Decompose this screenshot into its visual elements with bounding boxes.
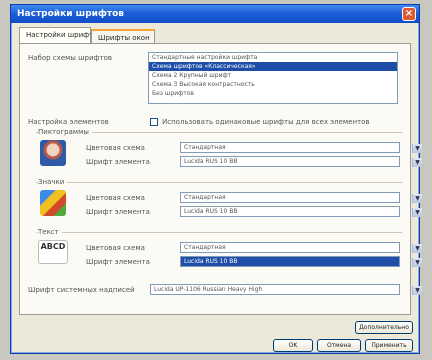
chevron-down-icon[interactable]: ▼ <box>412 194 422 203</box>
group-title-icons: Значки <box>38 178 68 186</box>
element-font-select-highlighted[interactable]: Lucida RUS 10 BB <box>180 256 400 267</box>
cancel-button[interactable]: Отмена <box>317 339 361 352</box>
chevron-down-icon[interactable]: ▼ <box>412 286 422 295</box>
group-divider <box>36 232 402 233</box>
same-font-checkbox-label: Использовать одинаковые шрифты для всех … <box>162 118 370 126</box>
chevron-down-icon[interactable]: ▼ <box>412 208 422 217</box>
row-label: Цветовая схема <box>86 244 145 252</box>
tab-panel: Набор схемы шрифтов Стандартные настройк… <box>19 43 422 315</box>
group-title-text: Текст <box>38 228 62 236</box>
tab-window-fonts[interactable]: Шрифты окон <box>91 29 155 43</box>
title-bar[interactable]: Настройки шрифтов × <box>11 5 419 23</box>
element-font-select[interactable]: Lucida RUS 10 BB <box>180 156 400 167</box>
system-font-label: Шрифт системных надписей <box>28 286 135 294</box>
chevron-down-icon[interactable]: ▼ <box>412 158 422 167</box>
row-label: Цветовая схема <box>86 144 145 152</box>
chevron-down-icon[interactable]: ▼ <box>412 258 422 267</box>
scheme-label: Набор схемы шрифтов <box>28 54 113 62</box>
chevron-down-icon[interactable]: ▼ <box>412 144 422 153</box>
select-value: Lucida RUS 10 BB <box>184 208 238 215</box>
scheme-option[interactable]: Схема 2 Крупный шрифт <box>149 71 397 80</box>
select-value: Стандартная <box>184 194 226 201</box>
row-label: Шрифт элемента <box>86 158 150 166</box>
advanced-button[interactable]: Дополнительно <box>355 321 413 334</box>
close-button[interactable]: × <box>402 7 416 21</box>
select-value: Lucida UP-1106 Russian Heavy High <box>154 286 263 293</box>
user-portrait-icon <box>40 140 66 166</box>
same-font-checkbox[interactable] <box>150 118 158 126</box>
scheme-option[interactable]: Стандартные настройки шрифта <box>149 53 397 62</box>
tab-font-settings[interactable]: Настройки шрифтов <box>19 27 102 43</box>
apply-button[interactable]: Применить <box>365 339 413 352</box>
group-divider <box>36 182 402 183</box>
ok-button[interactable]: OK <box>273 339 313 352</box>
row-label: Цветовая схема <box>86 194 145 202</box>
color-scheme-select[interactable]: Стандартная <box>180 192 400 203</box>
text-sample-icon: ABCD <box>38 240 68 264</box>
row-label: Шрифт элемента <box>86 258 150 266</box>
color-scheme-select[interactable]: Стандартная <box>180 242 400 253</box>
select-value: Lucida RUS 10 BB <box>184 158 238 165</box>
window-title: Настройки шрифтов <box>17 9 124 19</box>
row-label: Шрифт элемента <box>86 208 150 216</box>
scheme-option[interactable]: Без шрифтов <box>149 89 397 98</box>
chevron-down-icon[interactable]: ▼ <box>412 244 422 253</box>
select-value: Стандартная <box>184 144 226 151</box>
group-title-pictograms: Пиктограммы <box>38 128 92 136</box>
elements-label: Настройка элементов <box>28 118 109 126</box>
scheme-option[interactable]: Схема 3 Высокая контрастность <box>149 80 397 89</box>
desktop-icons-icon <box>40 190 66 216</box>
select-value: Lucida RUS 10 BB <box>184 258 238 265</box>
select-value: Стандартная <box>184 244 226 251</box>
scheme-option-selected[interactable]: Схема шрифтов «Классическая» <box>149 62 397 71</box>
system-font-select[interactable]: Lucida UP-1106 Russian Heavy High <box>150 284 400 295</box>
dialog-window: Настройки шрифтов × Настройки шрифтов Шр… <box>10 4 422 354</box>
scheme-listbox[interactable]: Стандартные настройки шрифта Схема шрифт… <box>148 52 398 104</box>
element-font-select[interactable]: Lucida RUS 10 BB <box>180 206 400 217</box>
color-scheme-select[interactable]: Стандартная <box>180 142 400 153</box>
